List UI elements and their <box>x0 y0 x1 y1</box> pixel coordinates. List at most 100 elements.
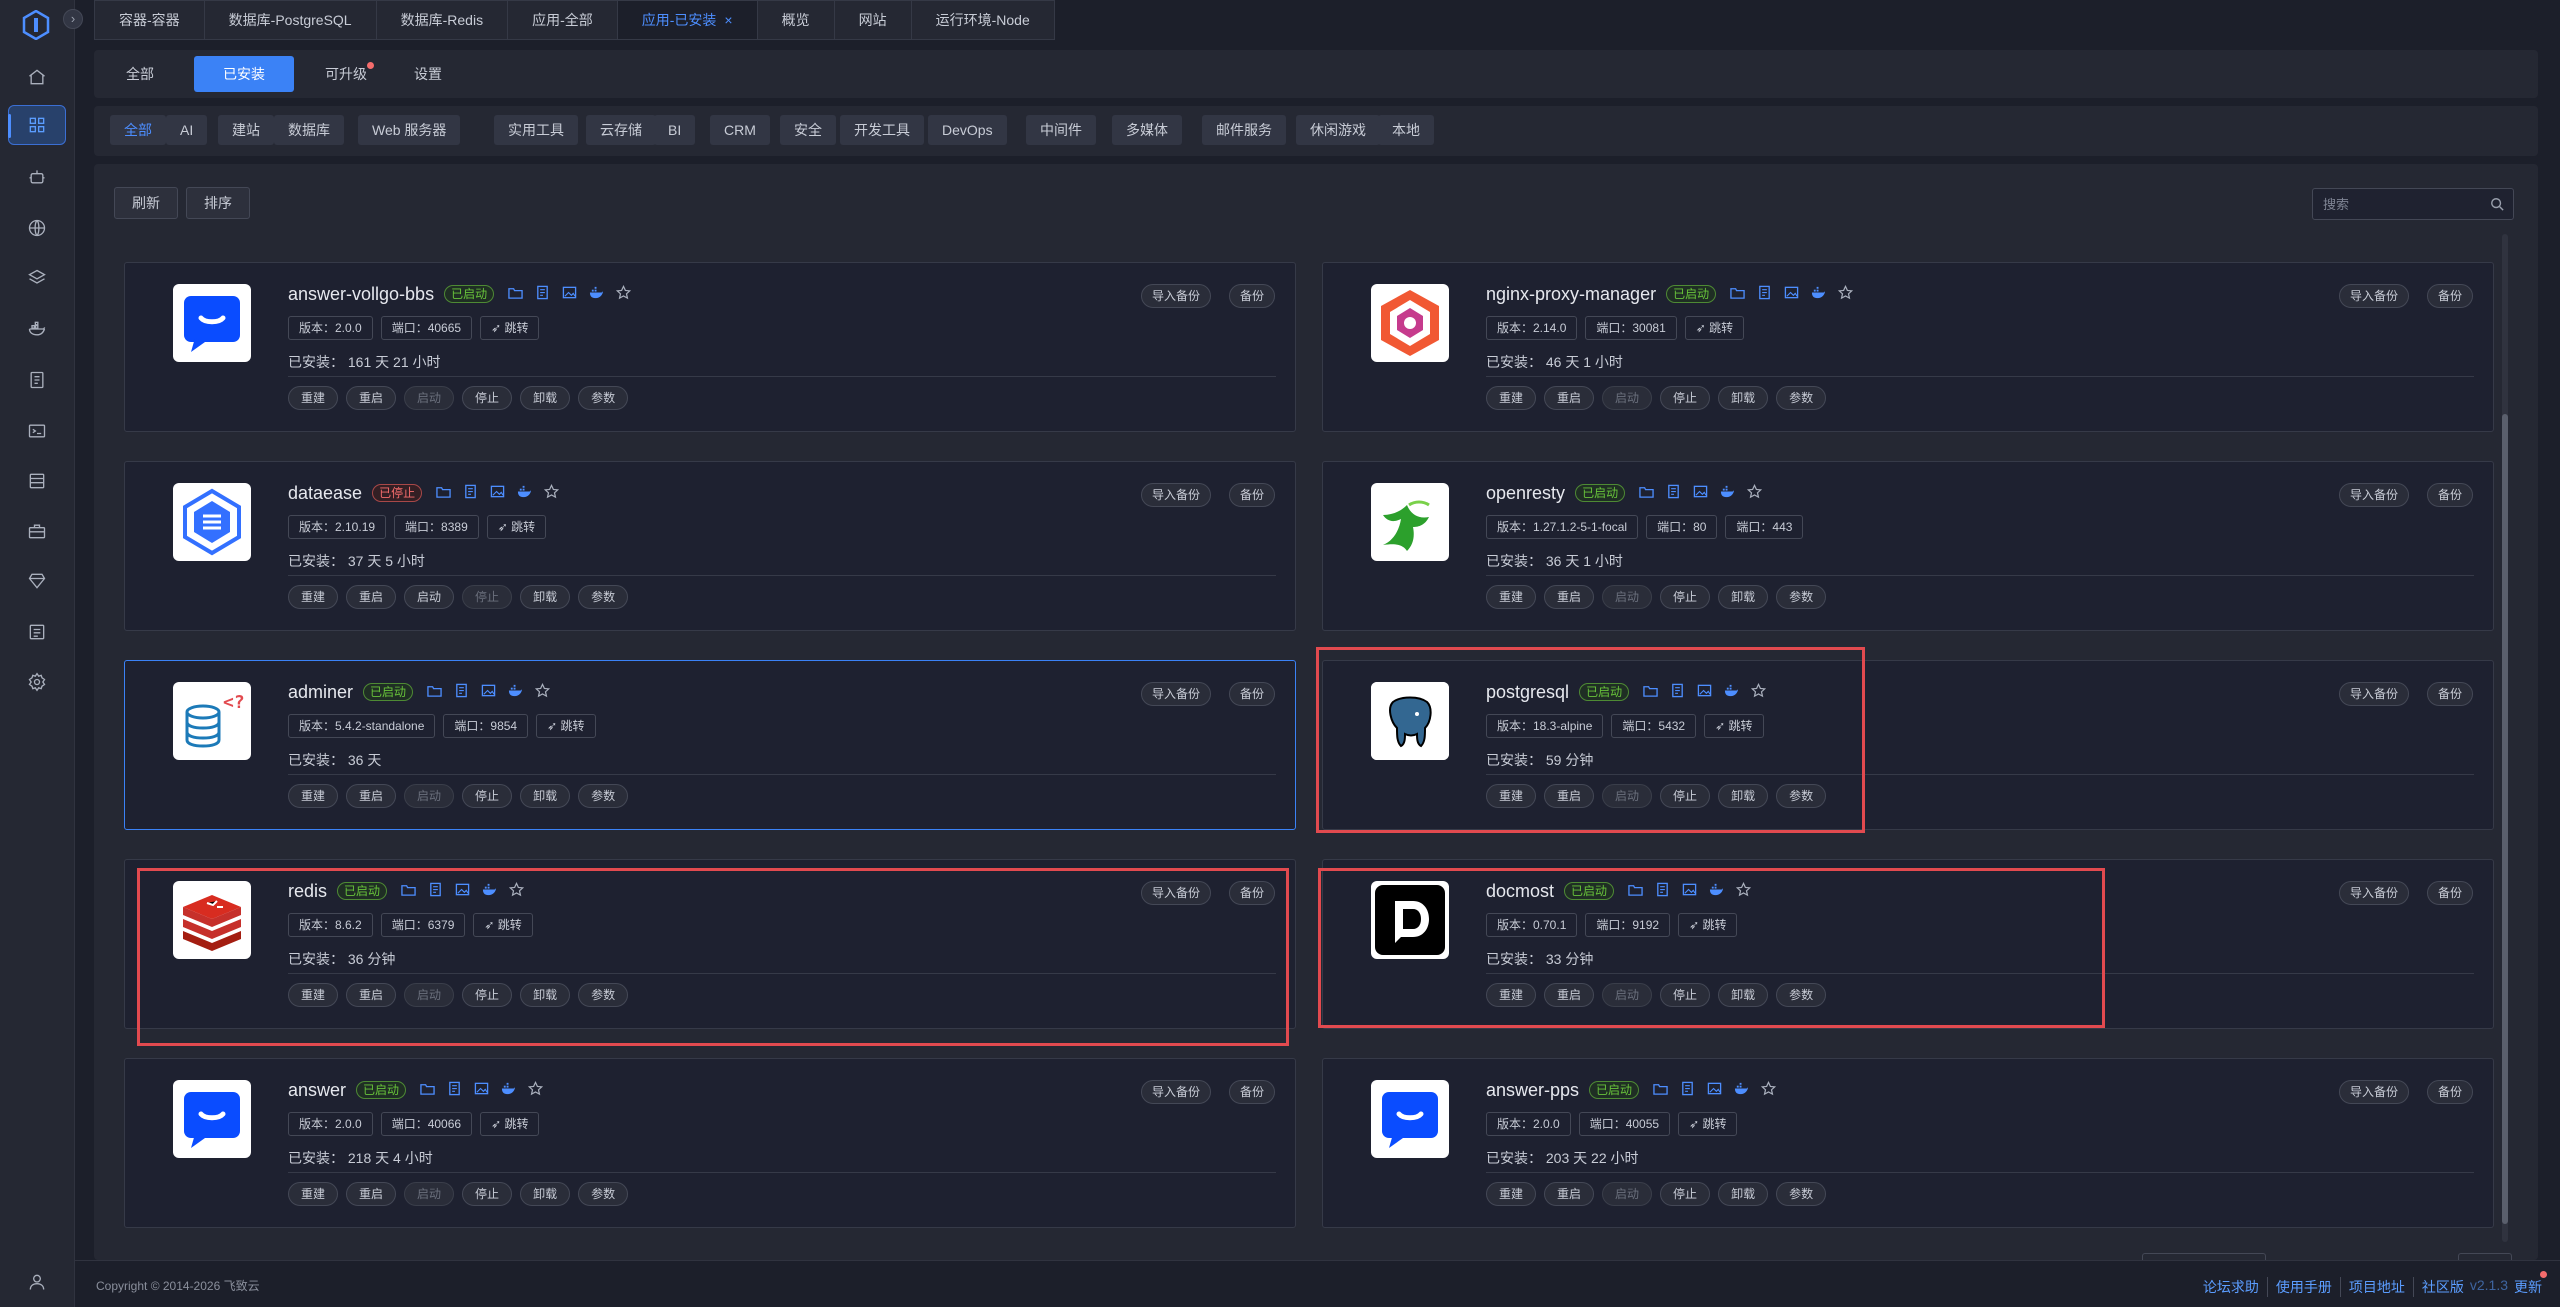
folder-icon[interactable] <box>1653 1081 1668 1096</box>
rebuild-button[interactable]: 重建 <box>1486 386 1537 410</box>
rebuild-button[interactable]: 重建 <box>288 784 339 808</box>
docker-icon[interactable] <box>1811 285 1826 300</box>
manual-link[interactable]: 使用手册 <box>2268 1277 2341 1297</box>
params-button[interactable]: 参数 <box>578 1182 629 1206</box>
image-icon[interactable] <box>1693 484 1708 499</box>
uninstall-button[interactable]: 卸载 <box>1718 585 1769 609</box>
params-button[interactable]: 参数 <box>578 585 629 609</box>
refresh-button[interactable]: 刷新 <box>114 187 178 219</box>
document-icon[interactable] <box>447 1081 462 1096</box>
category-4[interactable]: Web 服务器 <box>358 115 461 145</box>
restart-button[interactable]: 重启 <box>1544 1182 1595 1206</box>
folder-icon[interactable] <box>1639 484 1654 499</box>
import-backup-button[interactable]: 导入备份 <box>2338 284 2409 308</box>
category-8[interactable]: CRM <box>710 115 770 145</box>
import-backup-button[interactable]: 导入备份 <box>1140 483 1211 507</box>
category-16[interactable]: 本地 <box>1378 115 1434 145</box>
document-icon[interactable] <box>454 683 469 698</box>
folder-icon[interactable] <box>427 683 442 698</box>
image-icon[interactable] <box>490 484 505 499</box>
app-card-adminer[interactable]: <? adminer 已启动 版本：5.4.2-standalone 端口：9854 ➶ … <box>124 660 1296 830</box>
app-card-dataease[interactable]: dataease 已停止 版本：2.10.19 端口：8389 ➶ 跳转 已安装： 37 … <box>124 461 1296 631</box>
app-card-nginx-proxy-manager[interactable]: nginx-proxy-manager 已启动 版本：2.14.0 端口：30081 ➶… <box>1322 262 2494 432</box>
folder-icon[interactable] <box>420 1081 435 1096</box>
subtab-all[interactable]: 全部 <box>110 56 170 92</box>
category-14[interactable]: 邮件服务 <box>1202 115 1286 145</box>
backup-button[interactable]: 备份 <box>1228 682 1275 706</box>
tab-0[interactable]: 容器-容器 <box>94 0 204 40</box>
scrollbar[interactable] <box>2502 234 2508 1242</box>
docker-icon[interactable] <box>1734 1081 1749 1096</box>
subtab-upgradable[interactable]: 可升级 <box>314 56 378 92</box>
forum-link[interactable]: 论坛求助 <box>2195 1277 2268 1297</box>
category-6[interactable]: 云存储 <box>586 115 656 145</box>
star-icon[interactable] <box>616 285 632 300</box>
star-icon[interactable] <box>544 484 560 499</box>
app-card-answer[interactable]: answer 已启动 版本：2.0.0 端口：40066 ➶ 跳转 已安装： 218 天 … <box>124 1058 1296 1228</box>
import-backup-button[interactable]: 导入备份 <box>2338 682 2409 706</box>
document-icon[interactable] <box>535 285 550 300</box>
user-menu[interactable] <box>8 1264 66 1300</box>
star-icon[interactable] <box>528 1081 544 1096</box>
tab-1[interactable]: 数据库-PostgreSQL <box>203 0 376 40</box>
category-2[interactable]: 建站 <box>218 115 274 145</box>
app-name[interactable]: answer-vollgo-bbs <box>288 284 434 304</box>
tab-4[interactable]: 应用-已安装 × <box>616 0 757 40</box>
uninstall-button[interactable]: 卸载 <box>520 585 571 609</box>
uninstall-button[interactable]: 卸载 <box>1718 386 1769 410</box>
params-button[interactable]: 参数 <box>1776 585 1827 609</box>
category-0[interactable]: 全部 <box>110 115 166 145</box>
document-icon[interactable] <box>463 484 478 499</box>
image-icon[interactable] <box>1707 1081 1722 1096</box>
backup-button[interactable]: 备份 <box>1228 483 1275 507</box>
image-icon[interactable] <box>474 1081 489 1096</box>
sidebar-item-host[interactable] <box>8 461 66 501</box>
import-backup-button[interactable]: 导入备份 <box>1140 284 1211 308</box>
app-name[interactable]: openresty <box>1486 483 1565 503</box>
import-backup-button[interactable]: 导入备份 <box>2338 483 2409 507</box>
restart-button[interactable]: 重启 <box>346 1182 397 1206</box>
tab-7[interactable]: 运行环境-Node <box>910 0 1055 40</box>
close-tab-icon[interactable]: × <box>724 12 732 28</box>
sidebar-item-settings[interactable] <box>8 662 66 702</box>
sidebar-item-logs[interactable] <box>8 612 66 652</box>
category-7[interactable]: BI <box>654 115 696 145</box>
app-name[interactable]: adminer <box>288 682 353 702</box>
folder-icon[interactable] <box>1730 285 1745 300</box>
category-9[interactable]: 安全 <box>780 115 836 145</box>
uninstall-button[interactable]: 卸载 <box>520 784 571 808</box>
category-5[interactable]: 实用工具 <box>494 115 578 145</box>
image-icon[interactable] <box>1784 285 1799 300</box>
jump-button[interactable]: ➶ 跳转 <box>1678 1112 1738 1136</box>
app-name[interactable]: answer <box>288 1080 346 1100</box>
app-card-answer-vollgo-bbs[interactable]: answer-vollgo-bbs 已启动 版本：2.0.0 端口：40665 ➶ 跳转… <box>124 262 1296 432</box>
restart-button[interactable]: 重启 <box>346 585 397 609</box>
backup-button[interactable]: 备份 <box>1228 1080 1275 1104</box>
import-backup-button[interactable]: 导入备份 <box>1140 1080 1211 1104</box>
restart-button[interactable]: 重启 <box>1544 386 1595 410</box>
rebuild-button[interactable]: 重建 <box>288 386 339 410</box>
tab-2[interactable]: 数据库-Redis <box>375 0 508 40</box>
restart-button[interactable]: 重启 <box>1544 585 1595 609</box>
sidebar-item-websites[interactable] <box>8 208 66 248</box>
stop-button[interactable]: 停止 <box>462 784 513 808</box>
category-3[interactable]: 数据库 <box>274 115 344 145</box>
backup-button[interactable]: 备份 <box>1228 284 1275 308</box>
restart-button[interactable]: 重启 <box>346 386 397 410</box>
stop-button[interactable]: 停止 <box>1660 386 1711 410</box>
sidebar-item-files[interactable] <box>8 360 66 400</box>
params-button[interactable]: 参数 <box>1776 386 1827 410</box>
uninstall-button[interactable]: 卸载 <box>1718 1182 1769 1206</box>
document-icon[interactable] <box>1680 1081 1695 1096</box>
docker-icon[interactable] <box>517 484 532 499</box>
docker-icon[interactable] <box>508 683 523 698</box>
uninstall-button[interactable]: 卸载 <box>520 1182 571 1206</box>
docker-icon[interactable] <box>501 1081 516 1096</box>
document-icon[interactable] <box>1757 285 1772 300</box>
restart-button[interactable]: 重启 <box>346 784 397 808</box>
sidebar-item-ai[interactable] <box>8 157 66 197</box>
params-button[interactable]: 参数 <box>578 784 629 808</box>
backup-button[interactable]: 备份 <box>2426 1080 2473 1104</box>
sidebar-item-toolbox[interactable] <box>8 511 66 551</box>
app-name[interactable]: dataease <box>288 483 362 503</box>
